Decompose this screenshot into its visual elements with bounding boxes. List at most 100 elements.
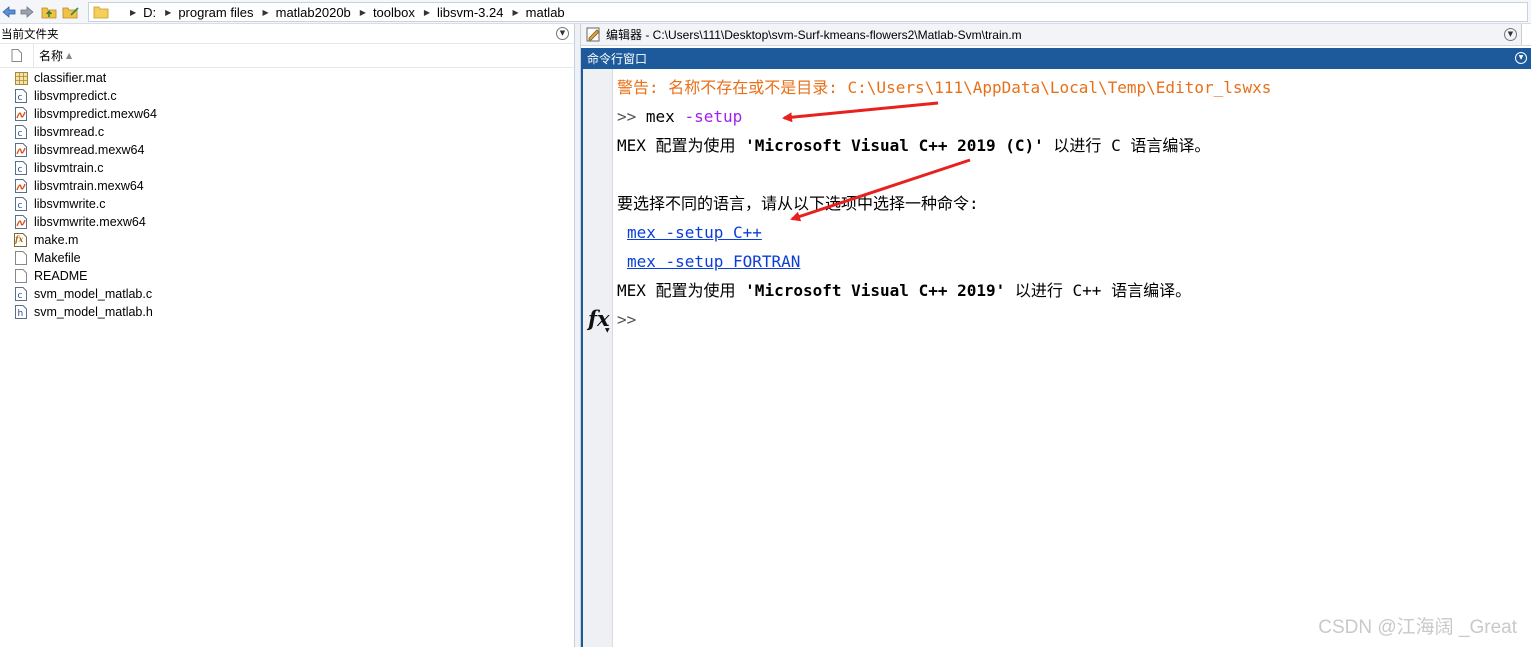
browse-folder-icon (62, 7, 79, 19)
chevron-right-icon: ▶ (130, 7, 137, 17)
command-prompt-input[interactable]: >> (617, 309, 636, 331)
file-name: libsvmtrain.mexw64 (34, 179, 144, 193)
address-bar: ▶ D: ▶ program files ▶ matlab2020b ▶ toolbox… (0, 0, 1531, 24)
c-file-icon: c (14, 287, 28, 302)
file-list-item[interactable]: c libsvmtrain.c (0, 159, 574, 177)
link-text[interactable]: mex -setup C++ (627, 223, 762, 242)
editor-menu-button[interactable]: ▼ (1504, 28, 1517, 41)
file-list-item[interactable]: c libsvmpredict.c (0, 87, 574, 105)
file-list-item[interactable]: fx make.m (0, 231, 574, 249)
type-column-header[interactable] (0, 43, 34, 68)
chevron-right-icon: ▶ (359, 7, 366, 17)
svg-text:c: c (18, 165, 23, 175)
file-list-item[interactable]: libsvmtrain.mexw64 (0, 177, 574, 195)
command-argument: -setup (684, 107, 743, 126)
link-text[interactable]: mex -setup FORTRAN (627, 252, 800, 271)
file-name: Makefile (34, 251, 81, 265)
file-list-item[interactable]: README (0, 267, 574, 285)
file-name: svm_model_matlab.h (34, 305, 153, 319)
editor-icon (586, 27, 600, 42)
svg-text:c: c (18, 93, 23, 103)
breadcrumb-item[interactable]: ▶ program files (156, 5, 253, 20)
crumb-label: matlab2020b (275, 4, 351, 20)
mex-file-icon (14, 143, 28, 158)
command-line: >> mex -setup (617, 106, 742, 128)
file-name: libsvmpredict.mexw64 (34, 107, 157, 121)
sort-ascending-icon: ▲ (66, 51, 73, 60)
chevron-right-icon: ▶ (423, 7, 431, 17)
command-window[interactable]: fx ▼ 警告: 名称不存在或不是目录: C:\Users\111\AppDat… (581, 69, 1531, 647)
warning-line: 警告: 名称不存在或不是目录: C:\Users\111\AppData\Loc… (617, 78, 1272, 97)
mex-setup-cpp-link[interactable]: mex -setup C++ (627, 222, 762, 244)
chevron-right-icon: ▶ (512, 7, 519, 17)
file-list-item[interactable]: libsvmpredict.mexw64 (0, 105, 574, 123)
file-list-item[interactable]: c libsvmread.c (0, 123, 574, 141)
column-header: 名称 ▲ (0, 43, 574, 68)
editor-title: 编辑器 - C:\Users\111\Desktop\svm-Surf-kmea… (606, 28, 1022, 42)
path-breadcrumb[interactable]: ▶ D: ▶ program files ▶ matlab2020b ▶ toolbox… (88, 2, 1528, 22)
crumb-label: toolbox (372, 4, 415, 20)
command-window-title-bar: 命令行窗口 ▼ (581, 48, 1531, 69)
chevron-down-icon: ▼ (605, 327, 610, 334)
current-folder-panel: 当前文件夹 ▼ 名称 ▲ classifier.mat c libsvmpredic… (0, 24, 575, 647)
file-list-item[interactable]: Makefile (0, 249, 574, 267)
c-file-icon: c (14, 161, 28, 176)
plain-file-icon (14, 251, 28, 266)
m-file-icon: fx (14, 233, 28, 248)
watermark: CSDN @江海阔 _Great (1318, 617, 1517, 638)
breadcrumb-item[interactable]: ▶ matlab2020b (253, 5, 350, 20)
h-file-icon: h (14, 305, 28, 320)
output-text: 以进行 C++ 语言编译。 (1005, 281, 1192, 300)
file-name: libsvmwrite.c (34, 197, 106, 211)
file-name: libsvmread.c (34, 125, 105, 139)
editor-scrollbar[interactable] (1521, 24, 1531, 45)
crumb-label: matlab (525, 4, 565, 20)
file-list-item[interactable]: libsvmread.mexw64 (0, 141, 574, 159)
chevron-right-icon: ▶ (262, 7, 269, 17)
command-text: mex (645, 107, 675, 126)
output-line: MEX 配置为使用 'Microsoft Visual C++ 2019' 以进… (617, 280, 1191, 302)
back-arrow-icon (2, 6, 16, 18)
output-text: 以进行 C 语言编译。 (1043, 136, 1211, 155)
name-column-header[interactable]: 名称 ▲ (34, 47, 72, 64)
compiler-name: 'Microsoft Visual C++ 2019 (C)' (745, 136, 1044, 155)
output-text: MEX 配置为使用 (617, 136, 746, 155)
svg-text:c: c (18, 129, 23, 139)
plain-file-icon (14, 269, 28, 284)
file-list-item[interactable]: h svm_model_matlab.h (0, 303, 574, 321)
crumb-label: program files (178, 4, 254, 20)
folder-icon (93, 6, 109, 19)
browse-folder-button[interactable] (62, 2, 80, 22)
panel-title: 当前文件夹 (1, 26, 59, 41)
c-file-icon: c (14, 125, 28, 140)
forward-button[interactable] (18, 2, 36, 22)
file-name: libsvmtrain.c (34, 161, 104, 175)
back-button[interactable] (0, 2, 18, 22)
name-column-label: 名称 (39, 49, 64, 63)
chevron-right-icon: ▶ (165, 7, 172, 17)
panel-title-bar: 当前文件夹 ▼ (0, 24, 574, 44)
compiler-name: 'Microsoft Visual C++ 2019' (745, 281, 1006, 300)
page-icon (11, 49, 22, 62)
up-folder-icon (41, 7, 57, 19)
file-list-item[interactable]: c libsvmwrite.c (0, 195, 574, 213)
chevron-down-icon: ▼ (1507, 30, 1514, 38)
file-list-item[interactable]: libsvmwrite.mexw64 (0, 213, 574, 231)
mex-setup-fortran-link[interactable]: mex -setup FORTRAN (627, 251, 800, 273)
prompt: >> (617, 107, 637, 126)
breadcrumb-item[interactable]: ▶ libsvm-3.24 (415, 5, 504, 20)
chevron-down-icon: ▼ (559, 29, 566, 37)
breadcrumb-item[interactable]: ▶ matlab (503, 5, 564, 20)
command-gutter: fx ▼ (583, 69, 613, 647)
file-list-item[interactable]: classifier.mat (0, 69, 574, 87)
file-name: classifier.mat (34, 71, 107, 85)
file-name: libsvmwrite.mexw64 (34, 215, 146, 229)
breadcrumb-item[interactable]: ▶ toolbox (351, 5, 415, 20)
breadcrumb-item[interactable]: ▶ D: (121, 5, 156, 20)
editor-title-bar[interactable]: 编辑器 - C:\Users\111\Desktop\svm-Surf-kmea… (581, 24, 1531, 46)
panel-menu-button[interactable]: ▼ (556, 27, 569, 40)
up-folder-button[interactable] (40, 2, 58, 22)
c-file-icon: c (14, 197, 28, 212)
command-window-menu-button[interactable]: ▼ (1515, 52, 1527, 64)
file-list-item[interactable]: c svm_model_matlab.c (0, 285, 574, 303)
